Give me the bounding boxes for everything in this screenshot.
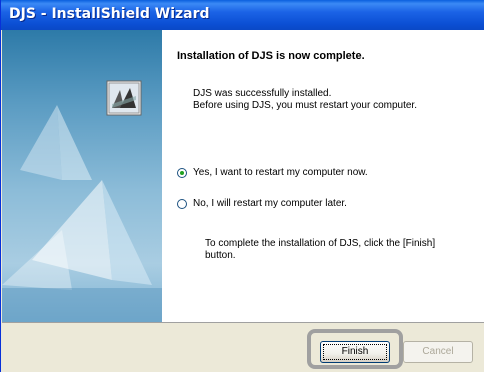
restart-now-label[interactable]: Yes, I want to restart my computer now.	[193, 167, 368, 178]
note-line-2: button.	[205, 250, 236, 261]
page-title: Installation of DJS is now complete.	[177, 50, 365, 62]
restart-now-option[interactable]: Yes, I want to restart my computer now.	[177, 167, 368, 178]
finish-button[interactable]: Finish	[320, 341, 390, 363]
window-title: DJS - InstallShield Wizard	[9, 6, 210, 22]
cancel-button: Cancel	[403, 341, 473, 363]
restart-later-option[interactable]: No, I will restart my computer later.	[177, 198, 347, 209]
message-line-2: Before using DJS, you must restart your …	[193, 100, 417, 111]
radio-selected-icon[interactable]	[177, 167, 187, 178]
sails-graphic-icon	[2, 105, 162, 322]
finish-instructions: To complete the installation of DJS, cli…	[205, 238, 435, 262]
radio-unselected-icon[interactable]	[177, 198, 187, 209]
note-line-1: To complete the installation of DJS, cli…	[205, 238, 436, 249]
title-bar[interactable]: DJS - InstallShield Wizard	[1, 0, 484, 30]
message-line-1: DJS was successfully installed.	[193, 88, 332, 99]
installshield-logo-icon	[106, 80, 142, 116]
wizard-side-panel	[2, 30, 162, 322]
installshield-wizard-window: DJS - InstallShield Wizard Installation …	[0, 0, 484, 372]
restart-later-label[interactable]: No, I will restart my computer later.	[193, 198, 347, 209]
completion-message: DJS was successfully installed. Before u…	[193, 88, 417, 112]
